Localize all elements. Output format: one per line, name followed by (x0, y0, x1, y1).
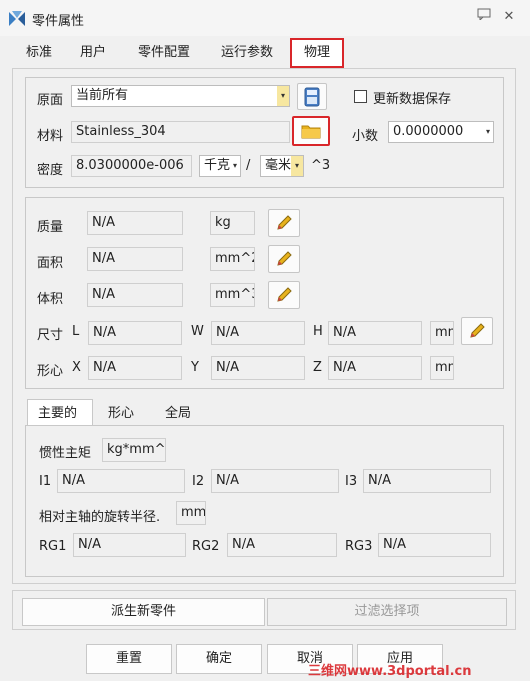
chevron-down-icon: ▾ (485, 127, 490, 136)
mass-field: N/A (87, 211, 183, 235)
speech-bubble-icon[interactable] (475, 8, 493, 26)
tab-run-params[interactable]: 运行参数 (221, 40, 273, 66)
rg1-label: RG1 (39, 539, 67, 554)
i1-label: I1 (39, 474, 52, 489)
density-mass-unit-dropdown[interactable]: 千克 ▾ (199, 155, 241, 177)
pencil-icon (277, 215, 292, 230)
density-exponent: ^3 (311, 158, 331, 173)
density-length-unit-dropdown[interactable]: 毫米 ▾ (260, 155, 304, 177)
calculator-icon (304, 87, 320, 106)
rg2-label: RG2 (192, 539, 220, 554)
size-l-label: L (72, 324, 80, 339)
principal-moment-label: 惯性主矩 (39, 446, 92, 461)
face-dropdown[interactable]: 当前所有 ▾ (71, 85, 290, 107)
update-data-checkbox[interactable] (354, 90, 367, 103)
ok-button[interactable]: 确定 (176, 644, 262, 674)
derive-part-button[interactable]: 派生新零件 (22, 598, 265, 626)
centroid-x-label: X (72, 360, 81, 375)
subtab-centroid[interactable]: 形心 (108, 402, 134, 426)
edit-mass-button[interactable] (268, 209, 300, 237)
rg3-field: N/A (378, 533, 491, 557)
filter-selection-button[interactable]: 过滤选择项 (267, 598, 507, 626)
pencil-icon (470, 323, 485, 338)
face-dropdown-value: 当前所有 (76, 88, 129, 103)
area-field: N/A (87, 247, 183, 271)
decimal-value: 0.0000000 (393, 124, 464, 139)
centroid-z-field: N/A (328, 356, 422, 380)
size-w-field: N/A (211, 321, 305, 345)
close-icon[interactable]: ✕ (500, 8, 518, 26)
i1-field: N/A (57, 469, 185, 493)
app-logo-icon (7, 9, 27, 29)
chevron-down-icon: ▾ (232, 161, 237, 170)
i2-label: I2 (192, 474, 205, 489)
size-label: 尺寸 (37, 328, 64, 343)
calculator-button[interactable] (297, 83, 327, 110)
window-title: 零件属性 (32, 14, 85, 29)
update-data-label: 更新数据保存 (373, 92, 452, 107)
centroid-z-label: Z (313, 360, 322, 375)
pencil-icon (277, 251, 292, 266)
subtab-global[interactable]: 全局 (165, 402, 191, 426)
density-separator: / (246, 158, 251, 173)
edit-size-button[interactable] (461, 317, 493, 345)
radius-of-gyration-unit: mm (176, 501, 206, 525)
area-unit: mm^2 (210, 247, 255, 271)
tab-part-config[interactable]: 零件配置 (138, 40, 190, 66)
i2-field: N/A (211, 469, 339, 493)
folder-icon (301, 125, 321, 139)
face-label: 原面 (37, 93, 64, 108)
centroid-label: 形心 (37, 364, 64, 379)
radius-of-gyration-label: 相对主轴的旋转半径. (39, 510, 161, 525)
volume-unit: mm^3 (210, 283, 255, 307)
pencil-icon (277, 287, 292, 302)
density-length-unit-value: 毫米 (265, 158, 292, 173)
browse-material-button[interactable] (292, 116, 330, 146)
centroid-x-field: N/A (88, 356, 182, 380)
volume-field: N/A (87, 283, 183, 307)
edit-volume-button[interactable] (268, 281, 300, 309)
centroid-y-field: N/A (211, 356, 305, 380)
edit-area-button[interactable] (268, 245, 300, 273)
tab-user[interactable]: 用户 (80, 40, 106, 66)
area-label: 面积 (37, 256, 64, 271)
size-h-label: H (313, 324, 323, 339)
density-field: 8.0300000e-006 (71, 155, 192, 177)
size-unit: mm (430, 321, 454, 345)
reset-button[interactable]: 重置 (86, 644, 172, 674)
tab-standard[interactable]: 标准 (26, 40, 52, 66)
i3-label: I3 (345, 474, 358, 489)
centroid-unit: mm (430, 356, 454, 380)
principal-moment-unit: kg*mm^2 (102, 438, 166, 462)
centroid-y-label: Y (191, 360, 199, 375)
i3-field: N/A (363, 469, 491, 493)
material-label: 材料 (37, 129, 64, 144)
rg1-field: N/A (73, 533, 186, 557)
chevron-down-icon: ▾ (277, 86, 289, 106)
density-mass-unit-value: 千克 (204, 158, 231, 173)
chevron-down-icon: ▾ (291, 156, 303, 176)
size-w-label: W (191, 324, 204, 339)
decimal-dropdown[interactable]: 0.0000000 ▾ (388, 121, 494, 143)
rg2-field: N/A (227, 533, 337, 557)
mass-label: 质量 (37, 220, 64, 235)
tab-physics[interactable]: 物理 (290, 38, 344, 68)
size-l-field: N/A (88, 321, 182, 345)
rg3-label: RG3 (345, 539, 373, 554)
material-field: Stainless_304 (71, 121, 290, 143)
size-h-field: N/A (328, 321, 422, 345)
density-label: 密度 (37, 163, 64, 178)
subtab-principal[interactable]: 主要的 (38, 402, 77, 426)
decimal-label: 小数 (352, 129, 379, 144)
watermark: 三维网www.3dportal.cn (308, 664, 472, 679)
volume-label: 体积 (37, 292, 64, 307)
mass-unit: kg (210, 211, 255, 235)
